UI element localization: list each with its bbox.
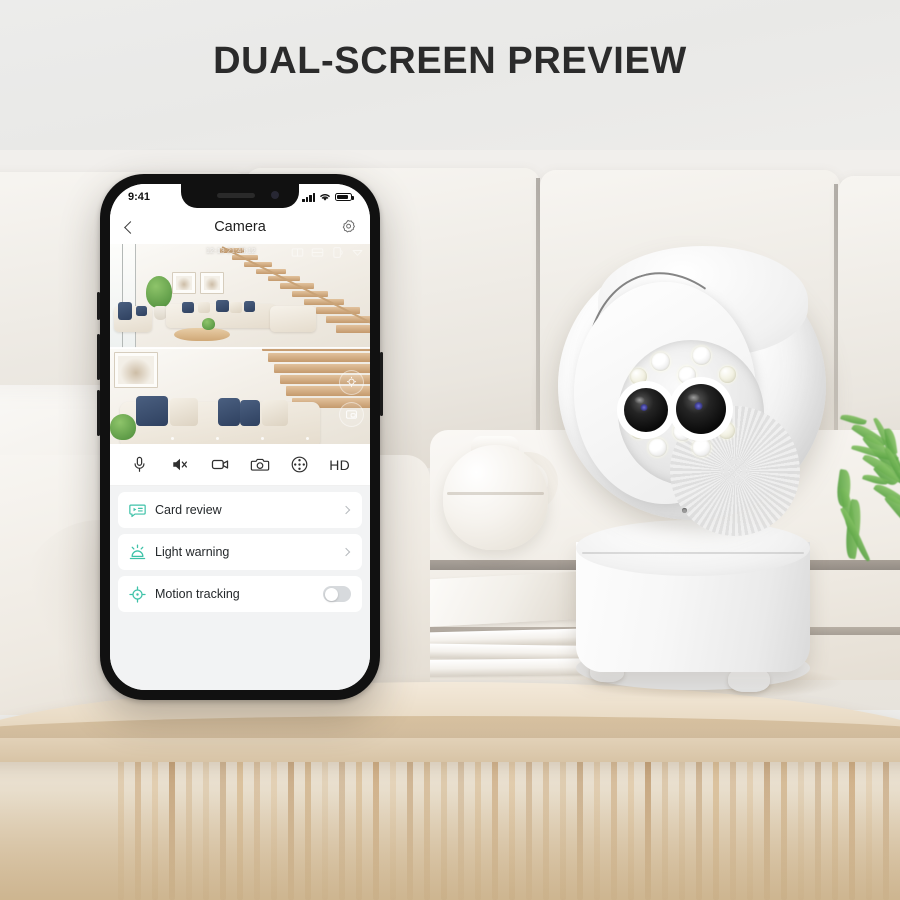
status-time: 9:41	[128, 191, 151, 203]
app-nav-bar: Camera	[110, 210, 370, 244]
white-led	[678, 366, 696, 384]
motion-tracking-toggle[interactable]	[323, 586, 351, 602]
quality-hd-button[interactable]: HD	[329, 457, 350, 473]
cellular-signal-icon	[302, 192, 315, 202]
phone-power-button[interactable]	[380, 352, 383, 416]
live-video-feed[interactable]: 12-13 21:45:12	[110, 244, 370, 444]
video-pane-top	[110, 244, 370, 348]
white-led	[648, 438, 667, 457]
screen-split-icon[interactable]	[291, 246, 304, 259]
phone-notch	[181, 184, 299, 208]
page-header-title: Camera	[214, 219, 266, 235]
speaker-muted-icon	[173, 458, 187, 471]
dot	[261, 437, 264, 440]
ir-led	[719, 366, 736, 383]
video-record-button[interactable]	[210, 455, 230, 475]
privacy-mask-icon[interactable]	[351, 246, 364, 259]
phone-screen: 9:41 Camera 12-13 21:45:12 HD Card revie…	[110, 184, 370, 690]
rotate-screen-icon[interactable]	[331, 246, 344, 259]
camera-control-bar: HD	[110, 444, 370, 486]
dot	[306, 437, 309, 440]
wifi-icon	[320, 194, 330, 201]
ir-led	[630, 368, 647, 385]
ceramic-vase	[443, 445, 548, 550]
screen-layout-icon[interactable]	[311, 246, 324, 259]
list-item-label: Card review	[155, 503, 222, 517]
video-pane-bottom	[110, 348, 370, 444]
light-bulb-icon	[346, 376, 357, 387]
phone-mockup: 9:41 Camera 12-13 21:45:12 HD Card revie…	[97, 174, 383, 700]
phone-volume-up-button[interactable]	[97, 334, 100, 380]
phone-volume-down-button[interactable]	[97, 390, 100, 436]
floor-shadow	[0, 790, 900, 900]
list-item-light-warning[interactable]: Light warning	[118, 534, 362, 570]
page-title: DUAL-SCREEN PREVIEW	[213, 40, 687, 82]
video-record-icon	[211, 459, 228, 470]
card-review-icon	[129, 504, 146, 517]
list-item-card-review[interactable]: Card review	[118, 492, 362, 528]
list-item-label: Light warning	[155, 545, 230, 559]
snapshot-button[interactable]	[250, 455, 270, 475]
light-warning-icon	[129, 543, 146, 559]
picture-in-picture-icon	[346, 410, 357, 419]
microphone-icon	[134, 456, 145, 472]
white-led	[651, 352, 670, 371]
white-led	[692, 438, 711, 457]
back-button[interactable]	[123, 220, 147, 234]
microphone-button[interactable]	[130, 455, 150, 475]
gear-icon	[342, 219, 355, 233]
video-timestamp: 12-13 21:45:12	[206, 248, 256, 255]
direction-pad-button[interactable]	[289, 455, 309, 475]
camera-faceplate	[574, 282, 800, 536]
settings-button[interactable]	[333, 218, 357, 236]
picture-in-picture-button[interactable]	[339, 402, 364, 427]
chevron-left-icon	[124, 220, 137, 234]
list-item-label: Motion tracking	[155, 587, 240, 601]
camera-microphone-hole	[682, 508, 687, 513]
feature-list: Card review Light warning Motion trackin…	[110, 486, 370, 690]
earpiece-speaker	[217, 193, 255, 198]
vase-band	[447, 492, 544, 495]
phone-mute-switch[interactable]	[97, 292, 100, 320]
motion-tracking-icon	[129, 585, 146, 603]
battery-icon	[335, 192, 354, 202]
chevron-right-icon	[341, 505, 351, 515]
camera-head	[557, 246, 826, 536]
direction-pad-icon	[291, 456, 308, 473]
dot	[216, 437, 219, 440]
video-overlay-controls[interactable]	[291, 246, 364, 259]
chevron-right-icon	[341, 547, 351, 557]
camera-lens-right	[676, 384, 726, 434]
front-camera-icon	[271, 191, 279, 199]
camera-base-top	[576, 520, 810, 576]
camera-base-seam	[582, 552, 804, 554]
floodlight-button[interactable]	[339, 370, 364, 395]
speaker-mute-button[interactable]	[170, 455, 190, 475]
camera-lens-ring	[618, 340, 800, 536]
snapshot-camera-icon	[250, 458, 269, 471]
video-split-divider	[110, 347, 370, 349]
status-indicators	[302, 192, 354, 202]
plant-leaf	[884, 490, 900, 536]
camera-lens-left	[624, 388, 668, 432]
dual-lens-ptz-camera	[548, 246, 868, 716]
list-item-motion-tracking[interactable]: Motion tracking	[118, 576, 362, 612]
video-page-dots	[110, 437, 370, 440]
dot	[171, 437, 174, 440]
white-led	[692, 346, 711, 365]
